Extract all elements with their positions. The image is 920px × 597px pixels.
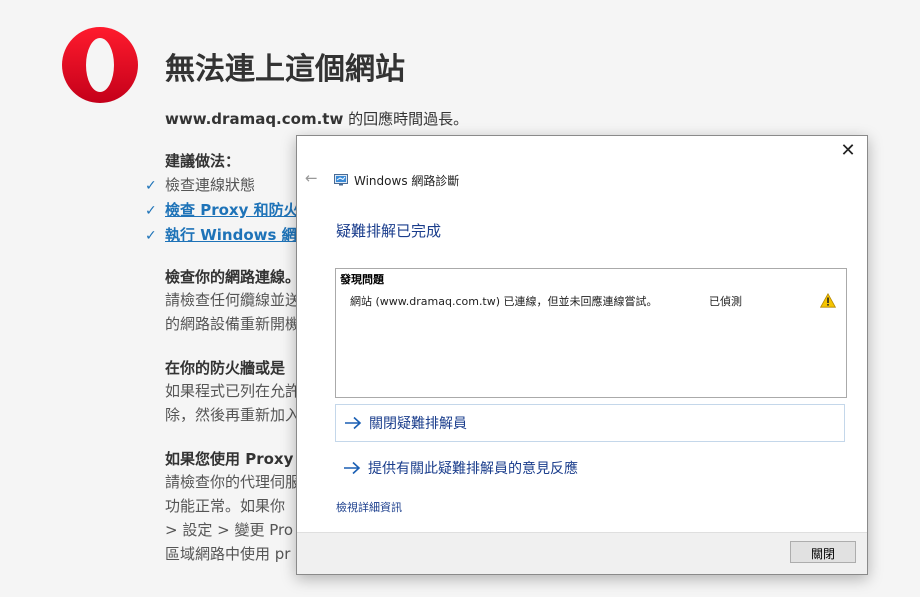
error-subtitle: www.dramaq.com.tw 的回應時間過長。 xyxy=(165,108,468,129)
opera-logo-icon xyxy=(62,27,138,103)
dialog-heading: 疑難排解已完成 xyxy=(336,222,442,240)
window-title: Windows 網路診斷 xyxy=(354,174,460,188)
check-icon: ✓ xyxy=(145,228,157,244)
error-host: www.dramaq.com.tw xyxy=(165,110,344,128)
check-icon: ✓ xyxy=(145,203,157,219)
section-line: 的網路設備重新開機 xyxy=(165,315,301,333)
close-button[interactable]: 關閉 xyxy=(790,541,856,563)
network-diagnostics-dialog: ✕ ← Windows 網路診斷 疑難排解已完成 發現問題 網站 (www.dr… xyxy=(296,135,868,575)
suggestion-link-windows-diagnostics[interactable]: ✓ 執行 Windows 網 xyxy=(145,224,297,245)
section-line: 請檢查你的代理伺服 xyxy=(165,473,301,491)
problems-found-box: 發現問題 網站 (www.dramaq.com.tw) 已連線，但並未回應連線嘗… xyxy=(335,268,847,398)
arrow-right-icon xyxy=(344,461,361,475)
section-text: 如果程式已列在允許 除，然後再重新加入 xyxy=(165,379,300,427)
feedback-label[interactable]: 提供有關此疑難排解員的意見反應 xyxy=(368,458,578,478)
back-arrow-icon[interactable]: ← xyxy=(305,169,318,187)
problem-status: 已偵測 xyxy=(709,295,742,308)
section-text: 請檢查你的代理伺服 功能正常。如果你 > 設定 > 變更 Pro 區域網路中使用… xyxy=(165,470,300,566)
check-icon: ✓ xyxy=(145,178,157,194)
network-diagnostics-icon xyxy=(334,174,348,186)
problem-description: 網站 (www.dramaq.com.tw) 已連線，但並未回應連線嘗試。 xyxy=(350,295,658,308)
section-line: 功能正常。如果你 xyxy=(165,497,286,515)
feedback-link[interactable]: 提供有關此疑難排解員的意見反應 xyxy=(335,449,845,487)
error-subtitle-text: 的回應時間過長。 xyxy=(343,110,469,128)
section-line: 如果程式已列在允許 xyxy=(165,382,301,400)
section-heading: 如果您使用 Proxy xyxy=(165,450,294,468)
page-title: 無法連上這個網站 xyxy=(165,52,405,87)
dialog-footer: 關閉 xyxy=(297,532,867,574)
close-troubleshooter-label[interactable]: 關閉疑難排解員 xyxy=(369,413,467,433)
section-heading: 在你的防火牆或是 xyxy=(165,359,286,377)
section-line: 區域網路中使用 pr xyxy=(165,545,291,563)
close-troubleshooter-link[interactable]: 關閉疑難排解員 xyxy=(335,404,845,442)
section-text: 請檢查任何纜線並送 的網路設備重新開機 xyxy=(165,288,300,336)
suggestion-label: 檢查連線狀態 xyxy=(165,176,256,194)
section-line: > 設定 > 變更 Pro xyxy=(165,521,294,539)
warning-icon xyxy=(820,293,836,308)
section-line: 請檢查任何纜線並送 xyxy=(165,291,301,309)
suggestion-label[interactable]: 檢查 Proxy 和防火 xyxy=(165,201,299,219)
view-details-link[interactable]: 檢視詳細資訊 xyxy=(336,499,402,515)
suggestions-heading: 建議做法： xyxy=(165,152,241,170)
arrow-right-icon xyxy=(345,416,362,430)
problems-found-header: 發現問題 xyxy=(340,273,384,286)
suggestion-item: ✓ 檢查連線狀態 xyxy=(145,174,255,195)
section-heading: 檢查你的網路連線。 xyxy=(165,268,301,286)
suggestion-link-proxy[interactable]: ✓ 檢查 Proxy 和防火 xyxy=(145,199,299,220)
section-line: 除，然後再重新加入 xyxy=(165,406,301,424)
suggestion-label[interactable]: 執行 Windows 網 xyxy=(165,226,297,244)
close-icon[interactable]: ✕ xyxy=(837,140,859,162)
